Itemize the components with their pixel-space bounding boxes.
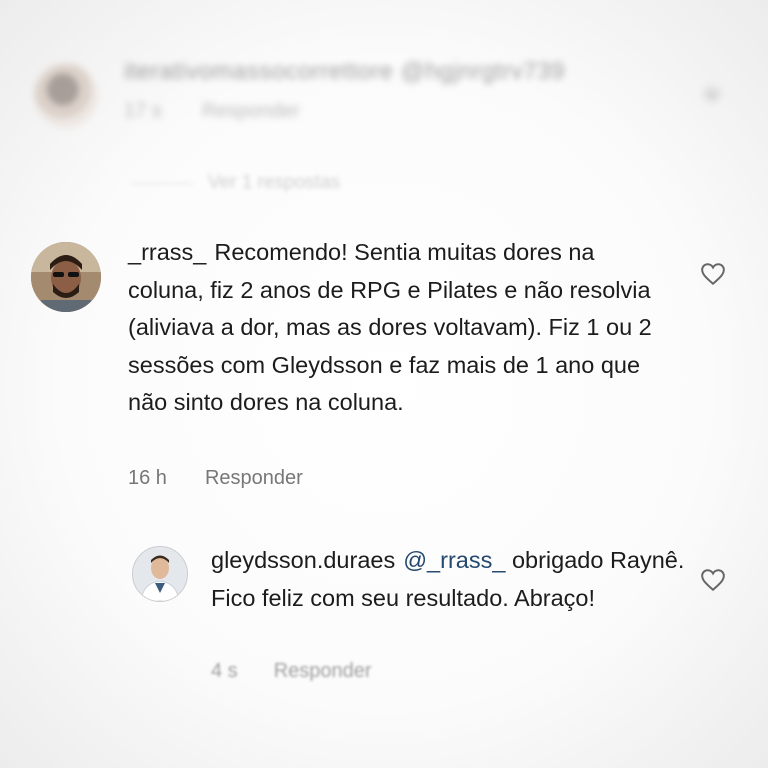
reply-meta: 4 s Responder	[211, 660, 372, 683]
avatar[interactable]	[132, 546, 188, 602]
previous-comment-remnant	[36, 0, 42, 9]
reply-link[interactable]: Responder	[274, 660, 372, 682]
chevron-down-icon[interactable]	[700, 82, 724, 106]
profile-photo-icon	[31, 242, 101, 312]
mention-link[interactable]: @_rrass_	[403, 547, 505, 573]
avatar[interactable]	[34, 64, 98, 128]
reply-username[interactable]: gleydsson.duraes	[211, 547, 395, 573]
comment-body: _rrass_ Recomendo! Sentia muitas dores na…	[128, 234, 668, 422]
comment-time: 17 s	[124, 100, 162, 122]
comment-text: Recomendo! Sentia muitas dores na coluna…	[128, 239, 652, 415]
reply-body: gleydsson.duraes @_rrass_ obrigado Raynê.…	[211, 542, 691, 617]
blurred-username[interactable]: iterativomassocorrettore @hgjnrgtrv739	[124, 58, 565, 86]
reply-link[interactable]: Responder	[202, 100, 300, 122]
comment-time: 16 h	[128, 467, 167, 489]
blurred-comment-meta: 17 s Responder	[124, 100, 300, 123]
reply-link[interactable]: Responder	[205, 467, 303, 489]
avatar[interactable]	[31, 242, 101, 312]
comment-time: 4 s	[211, 660, 238, 682]
comment-meta: 16 h Responder	[128, 467, 303, 490]
heart-outline-icon[interactable]	[700, 568, 726, 592]
thread-line	[130, 183, 192, 184]
profile-photo-icon	[133, 547, 187, 601]
view-replies-link[interactable]: Ver 1 respostas	[208, 172, 340, 194]
heart-outline-icon[interactable]	[700, 262, 726, 286]
comment-username[interactable]: _rrass_	[128, 239, 206, 265]
